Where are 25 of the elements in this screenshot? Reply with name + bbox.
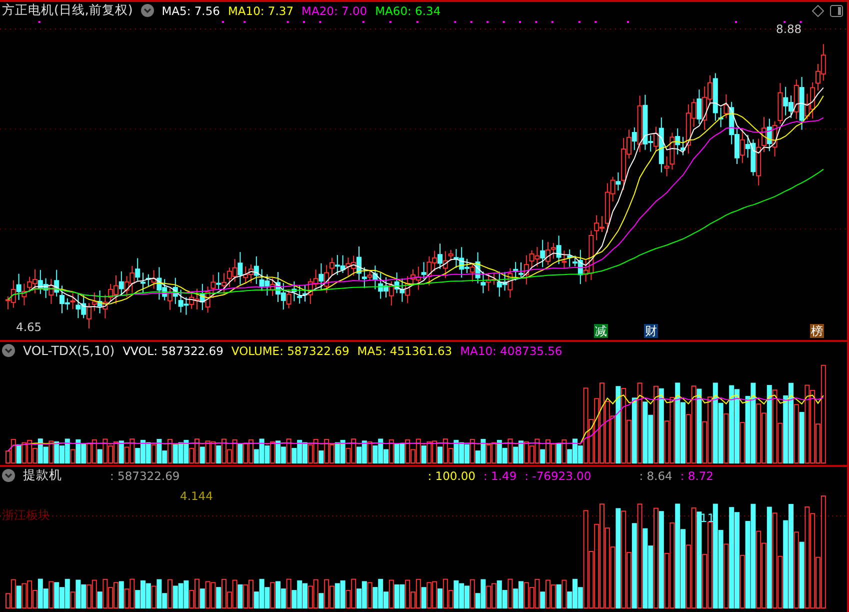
indicator-reading: : 100.00 <box>428 468 476 482</box>
volume-reading: MA5: 451361.63 <box>357 344 452 358</box>
volume-reading: VOLUME: 587322.69 <box>231 344 350 358</box>
stock-title: 方正电机(日线,前复权) <box>2 2 133 19</box>
indicator-title: 提款机 <box>23 467 62 484</box>
event-marker[interactable]: 财 <box>644 324 658 338</box>
indicator-reading: : 8.64 <box>639 468 672 482</box>
indicator-title: VOL-TDX(5,10) <box>23 343 115 358</box>
high-price-label: 8.88 <box>776 22 802 36</box>
ma-reading: MA5: 7.56 <box>162 4 220 18</box>
indicator-reading: : 587322.69 <box>110 468 180 482</box>
ma-reading: MA10: 7.37 <box>228 4 294 18</box>
peak-label: 11 <box>700 511 715 525</box>
volume-reading: MA10: 408735.56 <box>460 344 562 358</box>
indicator-reading: : -76923.00 <box>524 468 592 482</box>
indicator-value-label: 4.144 <box>180 489 213 503</box>
event-marker[interactable]: 减 <box>594 324 608 338</box>
volume-reading: VVOL: 587322.69 <box>122 344 224 358</box>
ma-reading: MA60: 6.34 <box>375 4 441 18</box>
event-marker[interactable]: 榜 <box>810 324 824 338</box>
low-price-label: 4.65 <box>16 320 42 334</box>
sector-label: 浙江板块 <box>2 507 50 524</box>
indicator-reading: : 1.49 <box>484 468 517 482</box>
ma-reading: MA20: 7.00 <box>302 4 368 18</box>
indicator-reading: : 8.72 <box>680 468 714 482</box>
